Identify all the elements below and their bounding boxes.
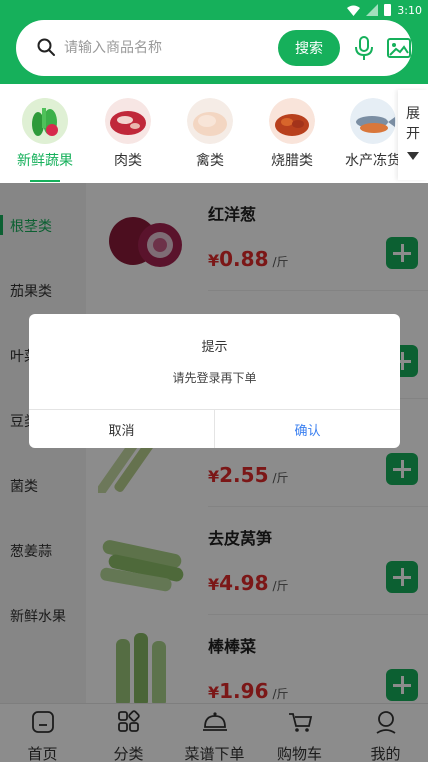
expand-label-line2: 开 [406,126,420,142]
status-bar: 3:10 [347,2,422,18]
meat-image [105,98,151,144]
category-poultry[interactable]: 禽类 [175,98,245,170]
vegetables-image [22,98,68,144]
dialog-buttons: 取消 确认 [29,409,400,448]
category-meat[interactable]: 肉类 [93,98,163,170]
category-label: 新鲜蔬果 [17,153,73,169]
expand-label-line1: 展 [406,106,420,122]
header: 3:10 搜索 [0,0,428,84]
category-fresh-produce[interactable]: 新鲜蔬果 [10,98,80,170]
roast-meat-image [269,98,315,144]
dialog-message: 请先登录再下单 [172,371,257,385]
modal-overlay[interactable] [0,183,428,762]
triangle-down-icon [407,152,419,160]
search-input[interactable] [64,34,254,62]
microphone-icon[interactable] [352,35,376,61]
category-active-indicator [30,180,60,182]
search-button[interactable]: 搜索 [278,30,340,66]
cancel-button[interactable]: 取消 [29,410,214,448]
category-label: 禽类 [196,153,224,169]
search-bar: 搜索 [16,20,412,76]
login-prompt-dialog: 提示 请先登录再下单 取消 确认 [29,314,400,448]
wifi-icon [347,5,361,16]
image-search-icon[interactable] [386,36,412,60]
dialog-title: 提示 [201,340,228,355]
signal-icon [366,4,379,16]
confirm-button[interactable]: 确认 [214,410,400,448]
search-icon [37,38,55,56]
battery-icon [384,4,392,16]
status-time: 3:10 [397,3,422,17]
category-roast-meat[interactable]: 烧腊类 [257,98,327,170]
category-label: 肉类 [114,153,142,169]
seafood-image [350,98,396,144]
category-label: 烧腊类 [271,153,313,169]
expand-categories-button[interactable]: 展 开 [398,90,428,180]
poultry-image [187,98,233,144]
category-strip: 新鲜蔬果 肉类 禽类 烧腊类 水产冻货 [0,84,428,183]
